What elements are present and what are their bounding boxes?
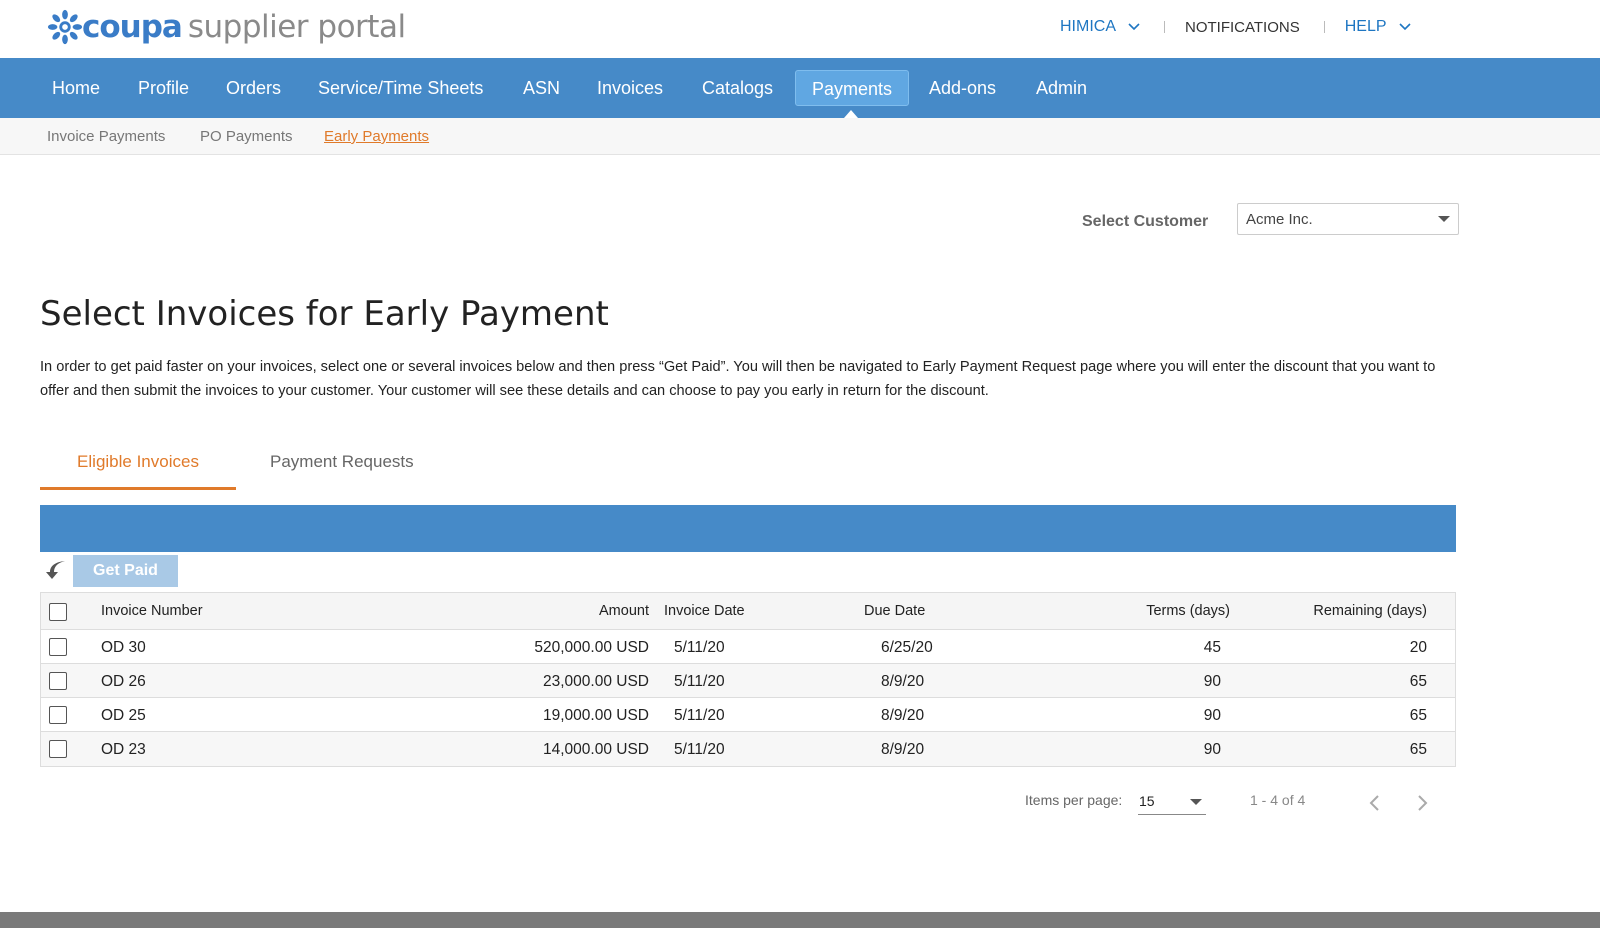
select-all-checkbox[interactable] (49, 603, 67, 621)
coupa-flower-icon (47, 9, 83, 45)
user-menu[interactable]: HIMICA (1060, 18, 1140, 36)
due-date: 8/9/20 (881, 707, 925, 724)
row-checkbox[interactable] (49, 672, 67, 690)
invoice-amount: 19,000.00 USD (543, 707, 649, 724)
col-due-date[interactable]: Due Date (864, 603, 925, 619)
table-row[interactable]: OD 23 14,000.00 USD 5/11/20 8/9/20 90 65 (41, 732, 1455, 766)
nav-service-time-sheets[interactable]: Service/Time Sheets (302, 70, 499, 106)
customer-select[interactable]: Acme Inc. (1237, 203, 1459, 235)
invoice-number: OD 26 (101, 673, 146, 690)
table-row[interactable]: OD 26 23,000.00 USD 5/11/20 8/9/20 90 65 (41, 664, 1455, 698)
customer-select-value: Acme Inc. (1246, 211, 1313, 228)
nav-admin[interactable]: Admin (1020, 70, 1103, 106)
intro-text: In order to get paid faster on your invo… (40, 359, 1436, 399)
col-invoice-date[interactable]: Invoice Date (664, 603, 745, 619)
terms-days: 90 (1203, 707, 1221, 724)
invoice-amount: 14,000.00 USD (543, 741, 649, 758)
pagination-range: 1 - 4 of 4 (1250, 792, 1306, 808)
terms-days: 90 (1203, 741, 1221, 758)
chevron-down-icon (1398, 23, 1411, 31)
invoice-number: OD 25 (101, 707, 146, 724)
items-per-page-label: Items per page: (1025, 792, 1123, 808)
tab-payment-requests[interactable]: Payment Requests (270, 452, 414, 472)
table-banner (40, 505, 1456, 552)
help-menu-label: HELP (1344, 18, 1387, 35)
active-nav-caret (844, 110, 858, 118)
remaining-days: 65 (1409, 673, 1427, 690)
table-row[interactable]: OD 25 19,000.00 USD 5/11/20 8/9/20 90 65 (41, 698, 1455, 732)
remaining-days: 65 (1409, 707, 1427, 724)
invoice-number: OD 23 (101, 741, 146, 758)
invoices-table: Invoice Number Amount Invoice Date Due D… (40, 592, 1456, 767)
due-date: 8/9/20 (881, 741, 925, 758)
nav-profile[interactable]: Profile (122, 70, 205, 106)
subnav-invoice-payments[interactable]: Invoice Payments (47, 128, 165, 145)
items-per-page-select[interactable]: 15 (1138, 789, 1206, 815)
nav-catalogs[interactable]: Catalogs (686, 70, 789, 106)
dropdown-arrow-icon (1190, 799, 1202, 805)
divider (1323, 21, 1325, 33)
nav-payments[interactable]: Payments (795, 70, 910, 106)
invoice-date: 5/11/20 (674, 707, 725, 724)
top-header: coupa supplier portal HIMICA NOTIFICATIO… (0, 0, 1600, 58)
due-date: 6/25/20 (881, 639, 933, 656)
invoice-amount: 23,000.00 USD (543, 673, 649, 690)
tab-eligible-invoices[interactable]: Eligible Invoices (40, 452, 236, 472)
nav-add-ons[interactable]: Add-ons (913, 70, 1012, 106)
brand-logo[interactable]: coupa supplier portal (46, 8, 406, 46)
row-checkbox[interactable] (49, 740, 67, 758)
user-menu-label: HIMICA (1060, 18, 1116, 35)
chevron-down-icon (1128, 23, 1140, 31)
items-per-page-value: 15 (1139, 793, 1155, 809)
back-arrow-icon[interactable] (45, 558, 67, 580)
table-row[interactable]: OD 30 520,000.00 USD 5/11/20 6/25/20 45 … (41, 630, 1455, 664)
terms-days: 90 (1203, 673, 1221, 690)
row-checkbox[interactable] (49, 706, 67, 724)
nav-orders[interactable]: Orders (210, 70, 297, 106)
col-invoice-number[interactable]: Invoice Number (101, 603, 203, 619)
main-nav: Home Profile Orders Service/Time Sheets … (0, 58, 1600, 118)
nav-invoices[interactable]: Invoices (581, 70, 679, 106)
nav-home[interactable]: Home (36, 70, 116, 106)
logo-name-rest: supplier portal (187, 9, 406, 45)
invoice-amount: 520,000.00 USD (534, 639, 649, 656)
invoice-date: 5/11/20 (674, 673, 725, 690)
top-links: HIMICA NOTIFICATIONS HELP (1060, 18, 1411, 36)
dropdown-arrow-icon (1438, 216, 1450, 222)
select-customer-label: Select Customer (1082, 213, 1209, 230)
due-date: 8/9/20 (881, 673, 925, 690)
active-tab-indicator (40, 487, 236, 490)
remaining-days: 65 (1409, 741, 1427, 758)
help-menu[interactable]: HELP (1345, 18, 1411, 36)
logo-name-bold: coupa (82, 9, 183, 45)
divider (1164, 21, 1165, 33)
subnav-early-payments[interactable]: Early Payments (324, 128, 429, 145)
previous-page-icon[interactable] (1366, 792, 1384, 814)
footer-bar (0, 912, 1600, 928)
remaining-days: 20 (1409, 639, 1427, 656)
row-checkbox[interactable] (49, 638, 67, 656)
notifications-link[interactable]: NOTIFICATIONS (1185, 19, 1300, 36)
terms-days: 45 (1203, 639, 1221, 656)
invoice-number: OD 30 (101, 639, 146, 656)
col-amount[interactable]: Amount (599, 603, 649, 619)
sub-nav: Invoice Payments PO Payments Early Payme… (0, 118, 1600, 155)
table-header-row: Invoice Number Amount Invoice Date Due D… (41, 593, 1455, 630)
subnav-po-payments[interactable]: PO Payments (200, 128, 293, 145)
col-terms[interactable]: Terms (days) (1146, 603, 1230, 619)
col-remaining[interactable]: Remaining (days) (1313, 603, 1427, 619)
invoice-date: 5/11/20 (674, 639, 725, 656)
invoice-date: 5/11/20 (674, 741, 725, 758)
nav-asn[interactable]: ASN (507, 70, 576, 106)
get-paid-button[interactable]: Get Paid (73, 555, 178, 587)
next-page-icon[interactable] (1413, 792, 1431, 814)
page-title: Select Invoices for Early Payment (40, 294, 609, 334)
